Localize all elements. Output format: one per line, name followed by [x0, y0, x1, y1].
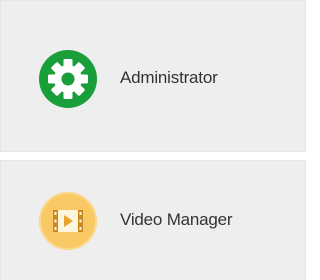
gear-icon — [39, 50, 97, 108]
menu-tile-label: Video Manager — [120, 210, 233, 229]
menu-tile-label: Administrator — [120, 68, 218, 87]
menu-tile-video-manager[interactable]: Video Manager — [0, 160, 306, 280]
app-menu: Administrator Video Manager — [0, 0, 307, 280]
film-play-icon — [39, 192, 97, 250]
menu-tile-administrator[interactable]: Administrator — [0, 0, 306, 152]
